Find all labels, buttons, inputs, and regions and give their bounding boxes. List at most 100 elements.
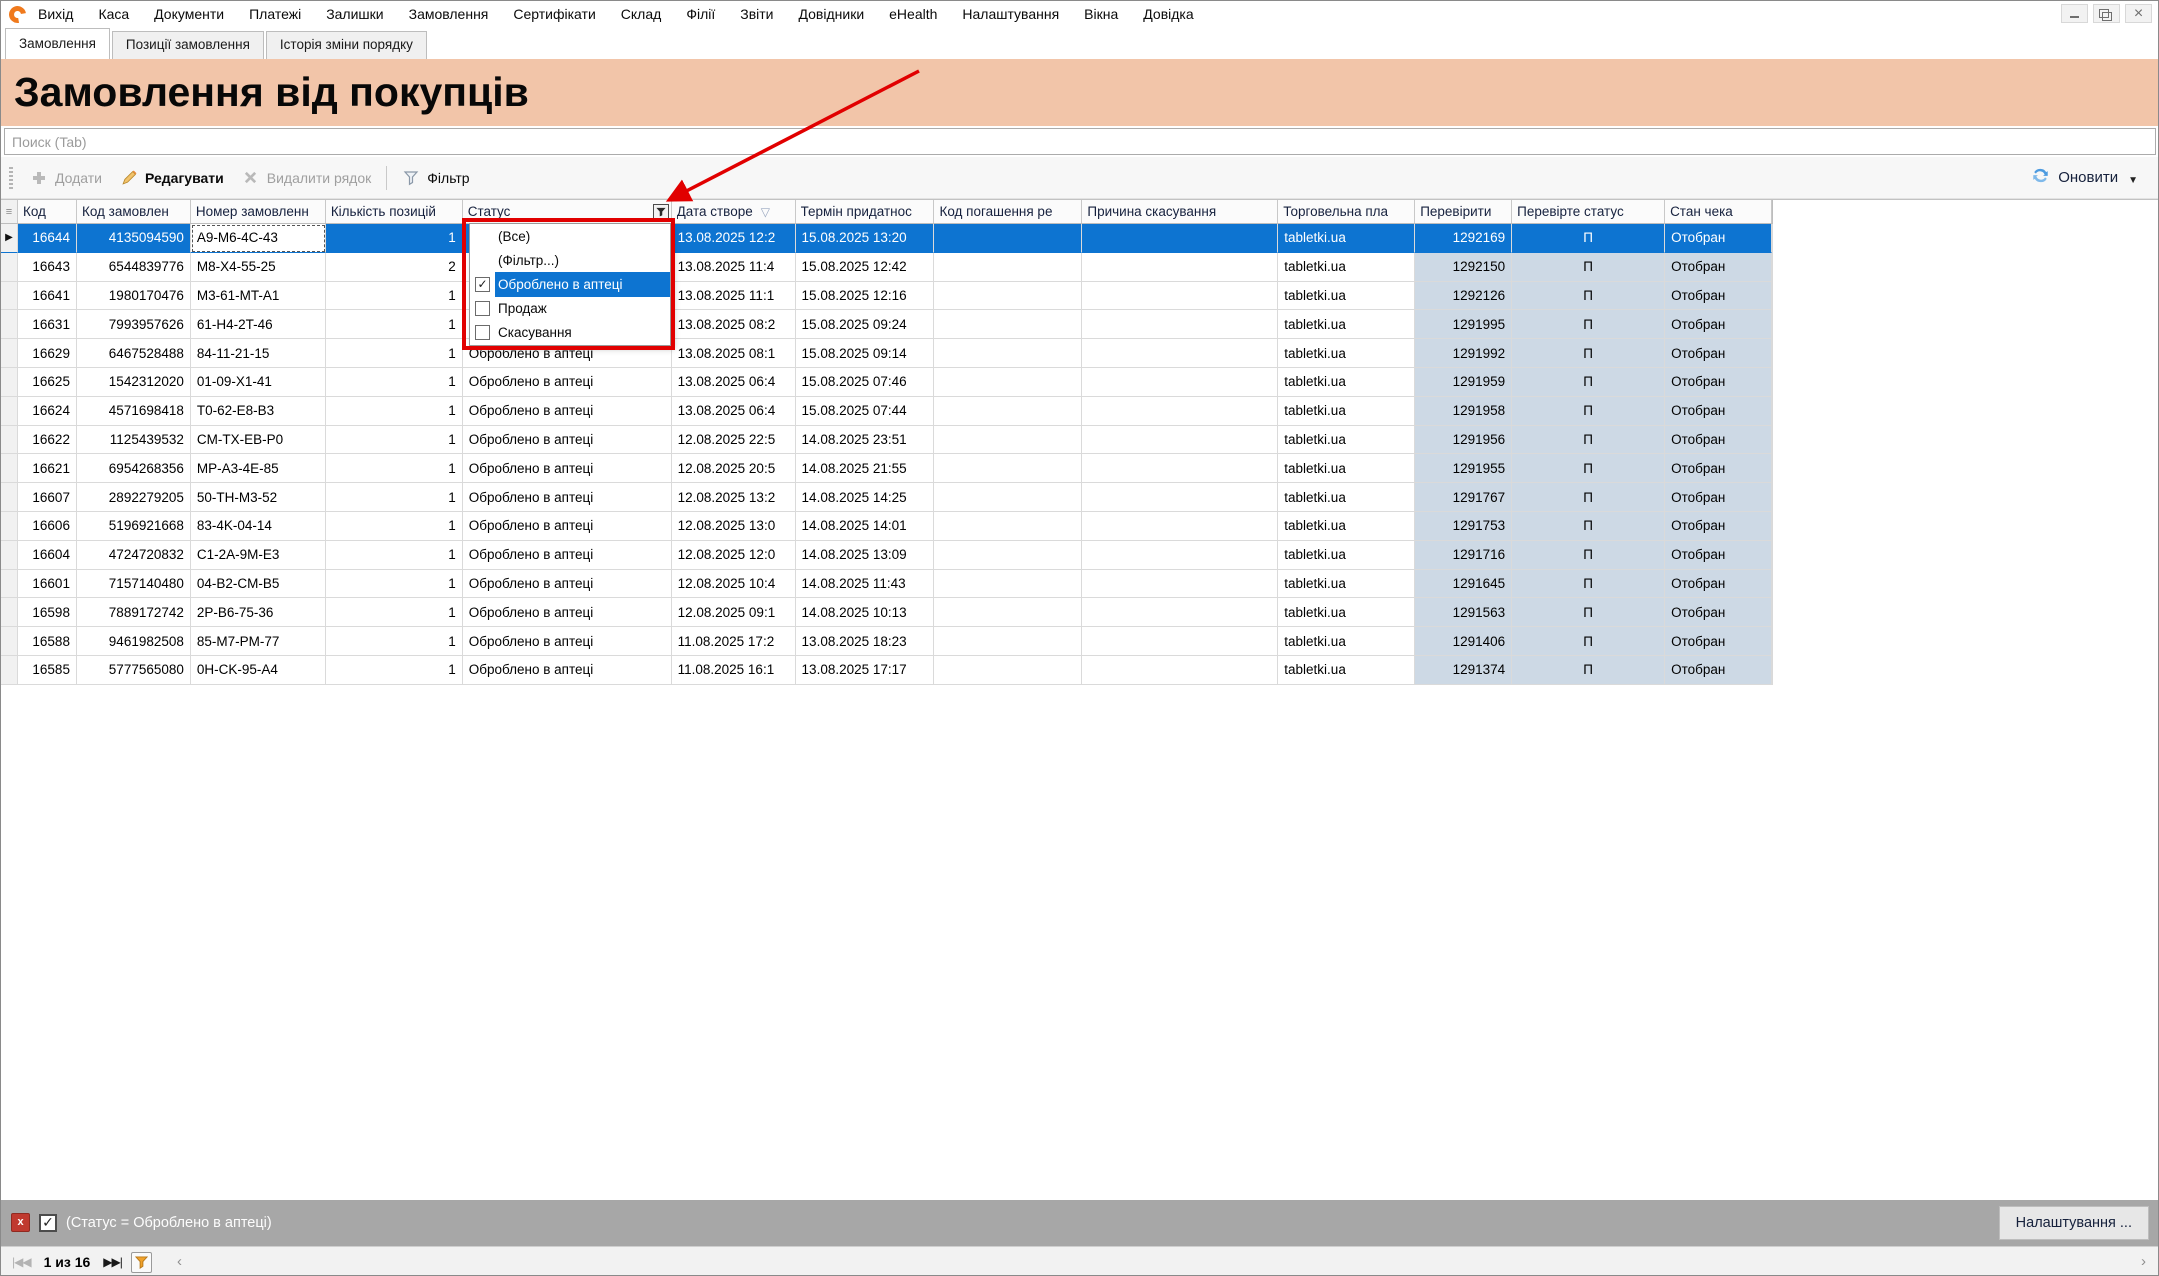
toolbar-button-Додати[interactable]: Додати <box>21 165 111 191</box>
refresh-label: Оновити <box>2058 169 2118 186</box>
tab-Замовлення[interactable]: Замовлення <box>5 28 110 59</box>
settings-button[interactable]: Налаштування ... <box>1999 1206 2149 1240</box>
toolbar-button-Фільтр[interactable]: Фільтр <box>393 165 478 191</box>
cell-order_code: 7993957626 <box>77 310 191 339</box>
cell-created: 13.08.2025 08:1 <box>672 339 796 368</box>
checked-checkbox-icon[interactable]: ✓ <box>475 277 490 292</box>
clear-filter-button[interactable]: x <box>11 1213 30 1232</box>
column-header-expires[interactable]: Термін придатнос <box>796 200 935 223</box>
tab-Позиції замовлення[interactable]: Позиції замовлення <box>112 31 264 59</box>
cell-created: 12.08.2025 10:4 <box>672 570 796 599</box>
table-row[interactable]: 16629646752848884-11-21-151Оброблено в а… <box>1 339 1773 368</box>
table-row[interactable]: 16588946198250885-M7-PM-771Оброблено в а… <box>1 627 1773 656</box>
menu-item-Склад[interactable]: Склад <box>621 6 662 22</box>
menu-item-Налаштування[interactable]: Налаштування <box>962 6 1059 22</box>
cell-verify_status: П <box>1512 454 1665 483</box>
menu-item-eHealth[interactable]: eHealth <box>889 6 937 22</box>
table-row[interactable]: 16625154231202001-09-X1-411Оброблено в а… <box>1 368 1773 397</box>
cell-verify_status: П <box>1512 368 1665 397</box>
refresh-button[interactable]: Оновити ▼ <box>2031 166 2152 189</box>
filter-option-Скасування[interactable]: Скасування <box>470 321 670 345</box>
last-record-button[interactable]: ▶▶| <box>98 1253 127 1271</box>
menu-item-Філії[interactable]: Філії <box>686 6 715 22</box>
menu-item-Платежі[interactable]: Платежі <box>249 6 301 22</box>
menu-item-Вихід[interactable]: Вихід <box>38 6 73 22</box>
table-row[interactable]: 16631799395762661-H4-2T-461Оброблено в а… <box>1 310 1773 339</box>
table-row[interactable]: 166216954268356MP-A3-4E-851Оброблено в а… <box>1 454 1773 483</box>
column-header-status[interactable]: Статус <box>463 200 672 223</box>
column-header-verify_status[interactable]: Перевірте статус <box>1512 200 1665 223</box>
close-button[interactable] <box>2125 4 2152 23</box>
menu-item-Документи[interactable]: Документи <box>154 6 224 22</box>
cell-verify_status: П <box>1512 224 1665 253</box>
column-header-platform[interactable]: Торговельна пла <box>1278 200 1415 223</box>
menu-item-Каса[interactable]: Каса <box>98 6 129 22</box>
cell-check_state: Отобран <box>1665 397 1772 426</box>
menu-item-Довідка[interactable]: Довідка <box>1143 6 1193 22</box>
column-header-positions[interactable]: Кількість позицій <box>326 200 463 223</box>
search-input[interactable] <box>4 128 2156 155</box>
cell-order_number: 2P-B6-75-36 <box>191 598 326 627</box>
column-header-sel[interactable]: ≡ <box>1 200 18 223</box>
table-row[interactable]: 166044724720832C1-2A-9M-E31Оброблено в а… <box>1 541 1773 570</box>
cell-positions: 1 <box>326 570 463 599</box>
filter-option-(Фільтр...)[interactable]: (Фільтр...) <box>470 248 670 272</box>
column-header-cancel_reason[interactable]: Причина скасування <box>1082 200 1278 223</box>
status-column-filter-button[interactable] <box>653 204 669 220</box>
table-row[interactable]: 16601715714048004-B2-CM-B51Оброблено в а… <box>1 570 1773 599</box>
column-header-redeem_code[interactable]: Код погашення ре <box>934 200 1082 223</box>
toolbar-grip <box>9 167 13 189</box>
table-row[interactable]: 16607289227920550-TH-M3-521Оброблено в а… <box>1 483 1773 512</box>
menu-item-Звіти[interactable]: Звіти <box>740 6 773 22</box>
cell-check_state: Отобран <box>1665 282 1772 311</box>
table-row[interactable]: ▶166444135094590A9-M6-4C-431Оброблено в … <box>1 224 1773 253</box>
cell-kod: 16629 <box>18 339 77 368</box>
restore-button[interactable] <box>2093 4 2120 23</box>
menu-item-Сертифікати[interactable]: Сертифікати <box>513 6 595 22</box>
cell-verify_status: П <box>1512 656 1665 685</box>
menu-item-Вікна[interactable]: Вікна <box>1084 6 1118 22</box>
unchecked-checkbox-icon[interactable] <box>475 301 490 316</box>
table-row[interactable]: 1659878891727422P-B6-75-361Оброблено в а… <box>1 598 1773 627</box>
unchecked-checkbox-icon[interactable] <box>475 325 490 340</box>
table-row[interactable]: 166244571698418T0-62-E8-B31Оброблено в а… <box>1 397 1773 426</box>
cell-expires: 14.08.2025 14:01 <box>796 512 935 541</box>
cell-kod: 16598 <box>18 598 77 627</box>
table-row[interactable]: 166411980170476M3-61-MT-A11Оброблено в а… <box>1 282 1773 311</box>
menu-item-Залишки[interactable]: Залишки <box>326 6 383 22</box>
toolbar-button-Видалити рядок[interactable]: Видалити рядок <box>233 165 381 191</box>
filter-active-checkbox[interactable]: ✓ <box>39 1214 57 1232</box>
tab-Історія зміни порядку[interactable]: Історія зміни порядку <box>266 31 427 59</box>
filter-option-Оброблено в аптеці[interactable]: ✓Оброблено в аптеці <box>470 272 670 296</box>
column-header-order_code[interactable]: Код замовлен <box>77 200 191 223</box>
table-row[interactable]: 16606519692166883-4K-04-141Оброблено в а… <box>1 512 1773 541</box>
column-header-order_number[interactable]: Номер замовленн <box>191 200 326 223</box>
column-header-created[interactable]: Дата створе▽ <box>672 200 796 223</box>
cell-positions: 1 <box>326 339 463 368</box>
filter-option-Продаж[interactable]: Продаж <box>470 297 670 321</box>
menu-item-Замовлення[interactable]: Замовлення <box>409 6 489 22</box>
cell-expires: 13.08.2025 18:23 <box>796 627 935 656</box>
first-record-button[interactable]: |◀◀ <box>7 1253 36 1271</box>
cell-redeem_code <box>934 368 1082 397</box>
refresh-dropdown-caret-icon[interactable]: ▼ <box>2128 175 2138 186</box>
minimize-button[interactable] <box>2061 4 2088 23</box>
cell-cancel_reason <box>1082 397 1278 426</box>
cell-order_code: 2892279205 <box>77 483 191 512</box>
cell-positions: 1 <box>326 310 463 339</box>
hscroll-left-arrow[interactable]: ‹ <box>177 1253 182 1270</box>
hscroll-right-arrow[interactable]: › <box>2141 1253 2146 1270</box>
table-row[interactable]: 1658557775650800H-CK-95-A41Оброблено в а… <box>1 656 1773 685</box>
table-row[interactable]: 166221125439532CM-TX-EB-P01Оброблено в а… <box>1 426 1773 455</box>
navigator-filter-button[interactable] <box>131 1252 152 1273</box>
toolbar-button-Редагувати[interactable]: Редагувати <box>111 165 233 191</box>
cell-kod: 16588 <box>18 627 77 656</box>
column-header-verify[interactable]: Перевірити <box>1415 200 1512 223</box>
filter-option-(Все)[interactable]: (Все) <box>470 224 670 248</box>
table-row[interactable]: 166436544839776M8-X4-55-252Оброблено в а… <box>1 253 1773 282</box>
cell-order_number: 84-11-21-15 <box>191 339 326 368</box>
column-header-kod[interactable]: Код <box>18 200 77 223</box>
funnel-icon <box>656 207 666 217</box>
column-header-check_state[interactable]: Стан чека <box>1665 200 1772 223</box>
menu-item-Довідники[interactable]: Довідники <box>799 6 865 22</box>
